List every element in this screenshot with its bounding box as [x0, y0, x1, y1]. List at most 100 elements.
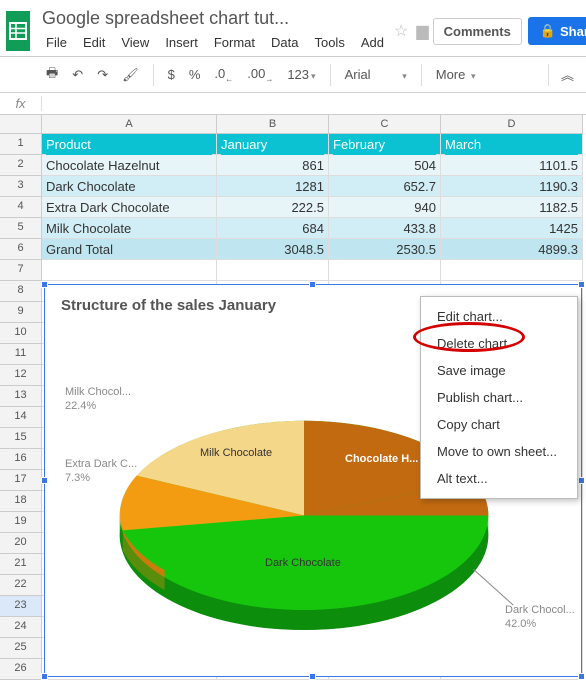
cell[interactable]: Grand Total: [42, 239, 217, 260]
decrease-decimal-button[interactable]: .0←: [210, 63, 237, 87]
star-icon[interactable]: ☆: [390, 21, 412, 41]
ctx-edit-chart[interactable]: Edit chart...: [421, 303, 577, 330]
slice-label-dark: Dark Chocol...42.0%: [505, 603, 575, 632]
cell[interactable]: 222.5: [217, 197, 329, 218]
row-head[interactable]: 4: [0, 197, 42, 218]
row-head[interactable]: 21: [0, 554, 42, 575]
cell[interactable]: 433.8: [329, 218, 441, 239]
cell[interactable]: [42, 260, 217, 281]
resize-handle[interactable]: [41, 281, 48, 288]
menu-edit[interactable]: Edit: [77, 33, 111, 52]
ctx-publish-chart[interactable]: Publish chart...: [421, 384, 577, 411]
row-head[interactable]: 18: [0, 491, 42, 512]
menu-tools[interactable]: Tools: [308, 33, 350, 52]
cell[interactable]: January: [217, 134, 329, 155]
row-head[interactable]: 24: [0, 617, 42, 638]
paint-format-icon[interactable]: 🖌: [118, 64, 143, 86]
cell[interactable]: Product: [42, 134, 217, 155]
col-head-c[interactable]: C: [329, 115, 441, 134]
row-head[interactable]: 22: [0, 575, 42, 596]
row-head[interactable]: 14: [0, 407, 42, 428]
menu-view[interactable]: View: [115, 33, 155, 52]
cell[interactable]: 861: [217, 155, 329, 176]
ctx-delete-chart[interactable]: Delete chart: [421, 330, 577, 357]
row-head[interactable]: 12: [0, 365, 42, 386]
cell[interactable]: 3048.5: [217, 239, 329, 260]
cell[interactable]: 2530.5: [329, 239, 441, 260]
ctx-move-sheet[interactable]: Move to own sheet...: [421, 438, 577, 465]
cell[interactable]: 940: [329, 197, 441, 218]
ctx-copy-chart[interactable]: Copy chart: [421, 411, 577, 438]
row-head[interactable]: 6: [0, 239, 42, 260]
collapse-toolbar-icon[interactable]: ︽: [557, 62, 578, 87]
col-head-a[interactable]: A: [42, 115, 217, 134]
cell[interactable]: 4899.3: [441, 239, 583, 260]
resize-handle[interactable]: [309, 281, 316, 288]
row-head[interactable]: 3: [0, 176, 42, 197]
col-head-d[interactable]: D: [441, 115, 583, 134]
row-head[interactable]: 7: [0, 260, 42, 281]
row-head[interactable]: 19: [0, 512, 42, 533]
more-toolbar-button[interactable]: More ▾: [432, 64, 480, 85]
row-head[interactable]: 2: [0, 155, 42, 176]
menu-insert[interactable]: Insert: [159, 33, 204, 52]
menu-file[interactable]: File: [40, 33, 73, 52]
select-all-corner[interactable]: [0, 115, 42, 134]
row-head[interactable]: 20: [0, 533, 42, 554]
cell[interactable]: Chocolate Hazelnut: [42, 155, 217, 176]
share-button[interactable]: 🔒 Share: [528, 17, 586, 45]
more-formats-button[interactable]: 123▾: [283, 64, 319, 85]
row-head[interactable]: 11: [0, 344, 42, 365]
cell[interactable]: Extra Dark Chocolate: [42, 197, 217, 218]
cell[interactable]: [441, 260, 583, 281]
cell[interactable]: 652.7: [329, 176, 441, 197]
undo-icon[interactable]: ↶: [68, 64, 87, 86]
spreadsheet-grid[interactable]: A B C D 1 Product January February March: [0, 115, 586, 155]
format-currency-button[interactable]: $: [164, 64, 179, 85]
row-head[interactable]: 9: [0, 302, 42, 323]
row-head[interactable]: 16: [0, 449, 42, 470]
row-head[interactable]: 13: [0, 386, 42, 407]
cell[interactable]: 504: [329, 155, 441, 176]
cell[interactable]: March: [441, 134, 583, 155]
row-head[interactable]: 26: [0, 659, 42, 680]
row-head[interactable]: 25: [0, 638, 42, 659]
cell[interactable]: [329, 260, 441, 281]
comments-button[interactable]: Comments: [433, 18, 522, 45]
menu-format[interactable]: Format: [208, 33, 261, 52]
increase-decimal-button[interactable]: .00→: [243, 63, 277, 87]
menu-add[interactable]: Add: [355, 33, 390, 52]
folder-icon[interactable]: ▆: [412, 21, 432, 41]
col-head-b[interactable]: B: [217, 115, 329, 134]
menu-data[interactable]: Data: [265, 33, 304, 52]
ctx-save-image[interactable]: Save image: [421, 357, 577, 384]
row-head[interactable]: 23: [0, 596, 42, 617]
font-select[interactable]: Arial ▾: [341, 64, 411, 85]
document-title[interactable]: Google spreadsheet chart tut...: [38, 6, 390, 31]
slice-inner-hazelnut: Chocolate H...: [345, 453, 418, 465]
ctx-alt-text[interactable]: Alt text...: [421, 465, 577, 492]
print-icon[interactable]: 🖶: [42, 61, 62, 89]
row-head[interactable]: 5: [0, 218, 42, 239]
cell[interactable]: [217, 260, 329, 281]
cell[interactable]: February: [329, 134, 441, 155]
resize-handle[interactable]: [578, 281, 585, 288]
row-head[interactable]: 15: [0, 428, 42, 449]
cell[interactable]: Dark Chocolate: [42, 176, 217, 197]
row-head[interactable]: 17: [0, 470, 42, 491]
cell[interactable]: 1281: [217, 176, 329, 197]
row-head[interactable]: 8: [0, 281, 42, 302]
slice-inner-dark: Dark Chocolate: [265, 557, 341, 569]
redo-icon[interactable]: ↷: [93, 64, 112, 86]
row-head[interactable]: 1: [0, 134, 42, 155]
formula-input[interactable]: [42, 96, 586, 111]
cell[interactable]: 1101.5: [441, 155, 583, 176]
cell[interactable]: 684: [217, 218, 329, 239]
cell[interactable]: Milk Chocolate: [42, 218, 217, 239]
cell[interactable]: 1425: [441, 218, 583, 239]
format-percent-button[interactable]: %: [185, 64, 205, 85]
sheets-app-icon[interactable]: [6, 11, 30, 51]
cell[interactable]: 1190.3: [441, 176, 583, 197]
row-head[interactable]: 10: [0, 323, 42, 344]
cell[interactable]: 1182.5: [441, 197, 583, 218]
